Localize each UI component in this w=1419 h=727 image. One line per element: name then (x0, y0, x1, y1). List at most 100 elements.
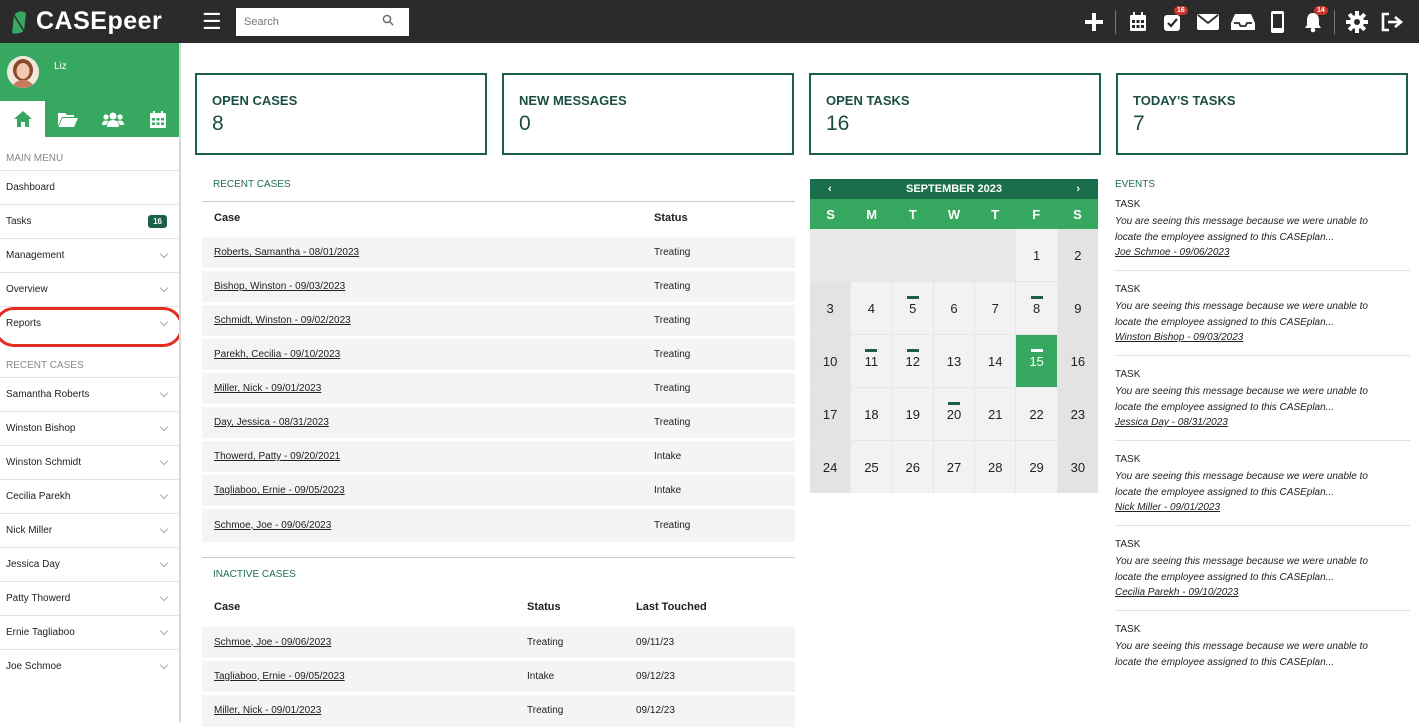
event-case-link[interactable]: Nick Miller - 09/01/2023 (1115, 502, 1410, 513)
calendar-icon[interactable] (1120, 0, 1155, 43)
calendar-tab[interactable] (136, 101, 179, 137)
calendar-day[interactable]: 21 (975, 388, 1016, 440)
calendar-day[interactable]: 19 (892, 388, 933, 440)
case-link[interactable]: Day, Jessica - 08/31/2023 (214, 417, 329, 428)
chevron-down-icon[interactable] (159, 558, 169, 567)
chevron-down-icon[interactable] (159, 283, 169, 292)
stat-card-new-messages[interactable]: NEW MESSAGES 0 (502, 73, 794, 155)
chevron-down-icon[interactable] (159, 490, 169, 499)
case-link[interactable]: Tagliaboo, Ernie - 09/05/2023 (214, 671, 345, 682)
bell-icon[interactable]: 14 (1295, 0, 1330, 43)
sidebar-item-management[interactable]: Management (0, 238, 179, 272)
case-link[interactable]: Schmoe, Joe - 09/06/2023 (214, 637, 331, 648)
calendar-day[interactable]: 22 (1016, 388, 1057, 440)
chevron-down-icon[interactable] (159, 422, 169, 431)
calendar-day[interactable]: 25 (851, 441, 892, 493)
hamburger-menu-icon[interactable]: ☰ (202, 9, 232, 35)
calendar-day[interactable]: 18 (851, 388, 892, 440)
tasks-check-icon[interactable]: 16 (1155, 0, 1190, 43)
calendar-day[interactable]: 11 (851, 335, 892, 387)
chevron-down-icon[interactable] (159, 456, 169, 465)
calendar-day[interactable]: 9 (1057, 282, 1098, 334)
search-icon[interactable] (382, 13, 394, 31)
calendar-day[interactable]: 15 (1016, 335, 1057, 387)
prev-month-button[interactable]: ‹ (828, 183, 832, 195)
recent-case-item[interactable]: Samantha Roberts (0, 377, 179, 411)
sidebar-item-dashboard[interactable]: Dashboard (0, 170, 179, 204)
stat-card-open-tasks[interactable]: OPEN TASKS 16 (809, 73, 1101, 155)
chevron-down-icon[interactable] (159, 388, 169, 397)
calendar-day[interactable]: 6 (933, 282, 975, 334)
sidebar-item-overview[interactable]: Overview (0, 272, 179, 306)
next-month-button[interactable]: › (1076, 183, 1080, 195)
sidebar-item-label: Tasks (6, 216, 32, 227)
calendar-day[interactable]: 3 (810, 282, 851, 334)
calendar-day[interactable]: 16 (1057, 335, 1098, 387)
recent-case-item[interactable]: Jessica Day (0, 547, 179, 581)
calendar-day[interactable]: 12 (892, 335, 933, 387)
stat-card-open-cases[interactable]: OPEN CASES 8 (195, 73, 487, 155)
calendar-day[interactable]: 20 (933, 388, 975, 440)
calendar-day[interactable]: 8 (1016, 282, 1057, 334)
envelope-icon[interactable] (1190, 0, 1225, 43)
recent-case-item[interactable]: Winston Bishop (0, 411, 179, 445)
recent-case-item[interactable]: Ernie Tagliaboo (0, 615, 179, 649)
chevron-down-icon[interactable] (159, 249, 169, 258)
avatar[interactable] (7, 56, 39, 88)
calendar-day[interactable]: 10 (810, 335, 851, 387)
event-case-link[interactable]: Joe Schmoe - 09/06/2023 (1115, 247, 1410, 258)
event-case-link[interactable]: Cecilia Parekh - 09/10/2023 (1115, 587, 1410, 598)
case-link[interactable]: Parekh, Cecilia - 09/10/2023 (214, 349, 340, 360)
search-box[interactable] (236, 7, 409, 36)
contacts-tab[interactable] (91, 101, 136, 137)
calendar-day[interactable]: 23 (1057, 388, 1098, 440)
case-link[interactable]: Thowerd, Patty - 09/20/2021 (214, 451, 340, 462)
case-link[interactable]: Tagliaboo, Ernie - 09/05/2023 (214, 485, 345, 496)
calendar-day[interactable]: 30 (1057, 441, 1098, 493)
event-case-link[interactable]: Jessica Day - 08/31/2023 (1115, 417, 1410, 428)
chevron-down-icon[interactable] (159, 524, 169, 533)
case-cell: Tagliaboo, Ernie - 09/05/2023 (202, 657, 515, 693)
calendar-day[interactable]: 28 (975, 441, 1016, 493)
calendar-day[interactable]: 29 (1016, 441, 1057, 493)
mobile-phone-icon[interactable] (1260, 0, 1295, 43)
recent-case-item[interactable]: Cecilia Parekh (0, 479, 179, 513)
event-item: TASK You are seeing this message because … (1115, 441, 1410, 526)
calendar-day[interactable]: 14 (975, 335, 1016, 387)
plus-icon[interactable] (1076, 0, 1111, 43)
calendar-day[interactable]: 1 (1016, 229, 1057, 281)
recent-case-item[interactable]: Nick Miller (0, 513, 179, 547)
case-link[interactable]: Schmoe, Joe - 09/06/2023 (214, 520, 331, 531)
inbox-tray-icon[interactable] (1225, 0, 1260, 43)
chevron-down-icon[interactable] (159, 626, 169, 635)
sidebar-item-tasks[interactable]: Tasks 16 (0, 204, 179, 238)
recent-case-item[interactable]: Patty Thowerd (0, 581, 179, 615)
event-case-link[interactable]: Winston Bishop - 09/03/2023 (1115, 332, 1410, 343)
casepeer-logo[interactable]: CASEpeer (8, 7, 188, 36)
calendar-day[interactable]: 5 (892, 282, 933, 334)
calendar-day[interactable]: 4 (851, 282, 892, 334)
stat-card-today-s-tasks[interactable]: TODAY'S TASKS 7 (1116, 73, 1408, 155)
case-link[interactable]: Schmidt, Winston - 09/02/2023 (214, 315, 351, 326)
calendar-day[interactable]: 2 (1057, 229, 1098, 281)
case-link[interactable]: Roberts, Samantha - 08/01/2023 (214, 247, 359, 258)
event-description-line: locate the employee assigned to this CAS… (1115, 402, 1335, 413)
case-link[interactable]: Bishop, Winston - 09/03/2023 (214, 281, 345, 292)
calendar-day[interactable]: 24 (810, 441, 851, 493)
sign-out-icon[interactable] (1374, 0, 1409, 43)
calendar-day[interactable]: 7 (975, 282, 1016, 334)
home-tab[interactable] (0, 101, 46, 137)
case-link[interactable]: Miller, Nick - 09/01/2023 (214, 705, 321, 716)
gear-icon[interactable] (1339, 0, 1374, 43)
chevron-down-icon[interactable] (159, 660, 169, 669)
calendar-day[interactable]: 26 (892, 441, 933, 493)
search-input[interactable] (244, 15, 382, 28)
recent-case-item[interactable]: Winston Schmidt (0, 445, 179, 479)
calendar-day[interactable]: 27 (933, 441, 975, 493)
case-link[interactable]: Miller, Nick - 09/01/2023 (214, 383, 321, 394)
cases-tab[interactable] (45, 101, 90, 137)
calendar-day[interactable]: 13 (933, 335, 975, 387)
chevron-down-icon[interactable] (159, 592, 169, 601)
recent-case-item[interactable]: Joe Schmoe (0, 649, 179, 683)
calendar-day[interactable]: 17 (810, 388, 851, 440)
